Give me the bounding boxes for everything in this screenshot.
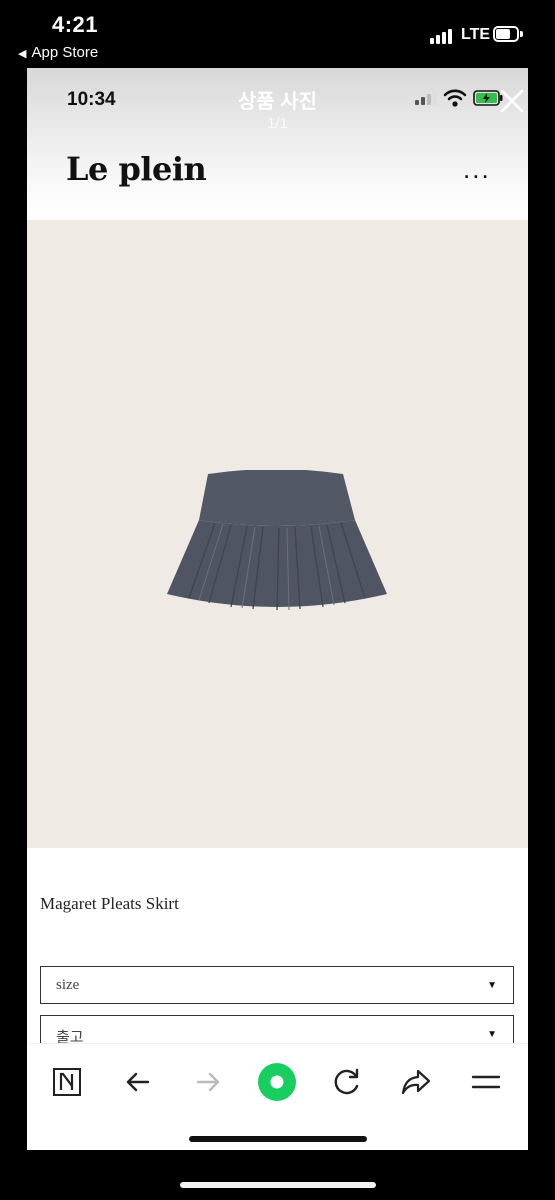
back-to-app-store-link[interactable]: ◀ App Store bbox=[18, 44, 98, 61]
close-icon[interactable] bbox=[497, 86, 527, 116]
reload-icon[interactable] bbox=[326, 1062, 366, 1102]
network-type: LTE bbox=[461, 26, 491, 43]
more-options-button[interactable]: ... bbox=[463, 154, 491, 185]
cellular-signal-icon bbox=[430, 28, 456, 44]
battery-icon bbox=[493, 26, 523, 42]
wifi-icon bbox=[443, 89, 467, 107]
browser-toolbar bbox=[27, 1043, 528, 1150]
device-status-bar: 4:21 ◀ App Store LTE bbox=[0, 0, 555, 68]
back-arrow-icon[interactable] bbox=[118, 1062, 158, 1102]
product-name: Magaret Pleats Skirt bbox=[40, 894, 179, 913]
back-label: App Store bbox=[31, 44, 99, 61]
product-photo[interactable] bbox=[27, 220, 528, 848]
device-home-indicator[interactable] bbox=[180, 1182, 376, 1188]
dropdown-arrow-icon: ▼ bbox=[487, 1029, 497, 1040]
size-select-value: size bbox=[56, 977, 80, 993]
naver-n-icon[interactable] bbox=[47, 1062, 87, 1102]
menu-icon[interactable] bbox=[466, 1062, 506, 1102]
inner-signal-icon bbox=[415, 91, 437, 105]
photo-counter: 1/1 bbox=[267, 115, 288, 132]
photo-viewer-screen: 10:34 상품 사진 1/1 Le plein ... Magaret Ple… bbox=[27, 68, 528, 1150]
forward-arrow-icon[interactable] bbox=[188, 1062, 228, 1102]
green-dot-icon[interactable] bbox=[257, 1062, 297, 1102]
viewer-header: 10:34 상품 사진 1/1 Le plein ... bbox=[27, 68, 528, 220]
device-time: 4:21 bbox=[52, 12, 99, 37]
size-select[interactable]: size ▼ bbox=[40, 966, 514, 1004]
back-triangle-icon: ◀ bbox=[18, 48, 27, 60]
dropdown-arrow-icon: ▼ bbox=[487, 980, 497, 991]
brand-logo[interactable]: Le plein bbox=[66, 150, 207, 188]
product-info-panel: Magaret Pleats Skirt size ▼ 출고 ▼ bbox=[27, 848, 528, 1053]
share-icon[interactable] bbox=[396, 1062, 436, 1102]
pleated-skirt-image bbox=[167, 470, 387, 611]
inner-home-indicator bbox=[189, 1136, 367, 1142]
